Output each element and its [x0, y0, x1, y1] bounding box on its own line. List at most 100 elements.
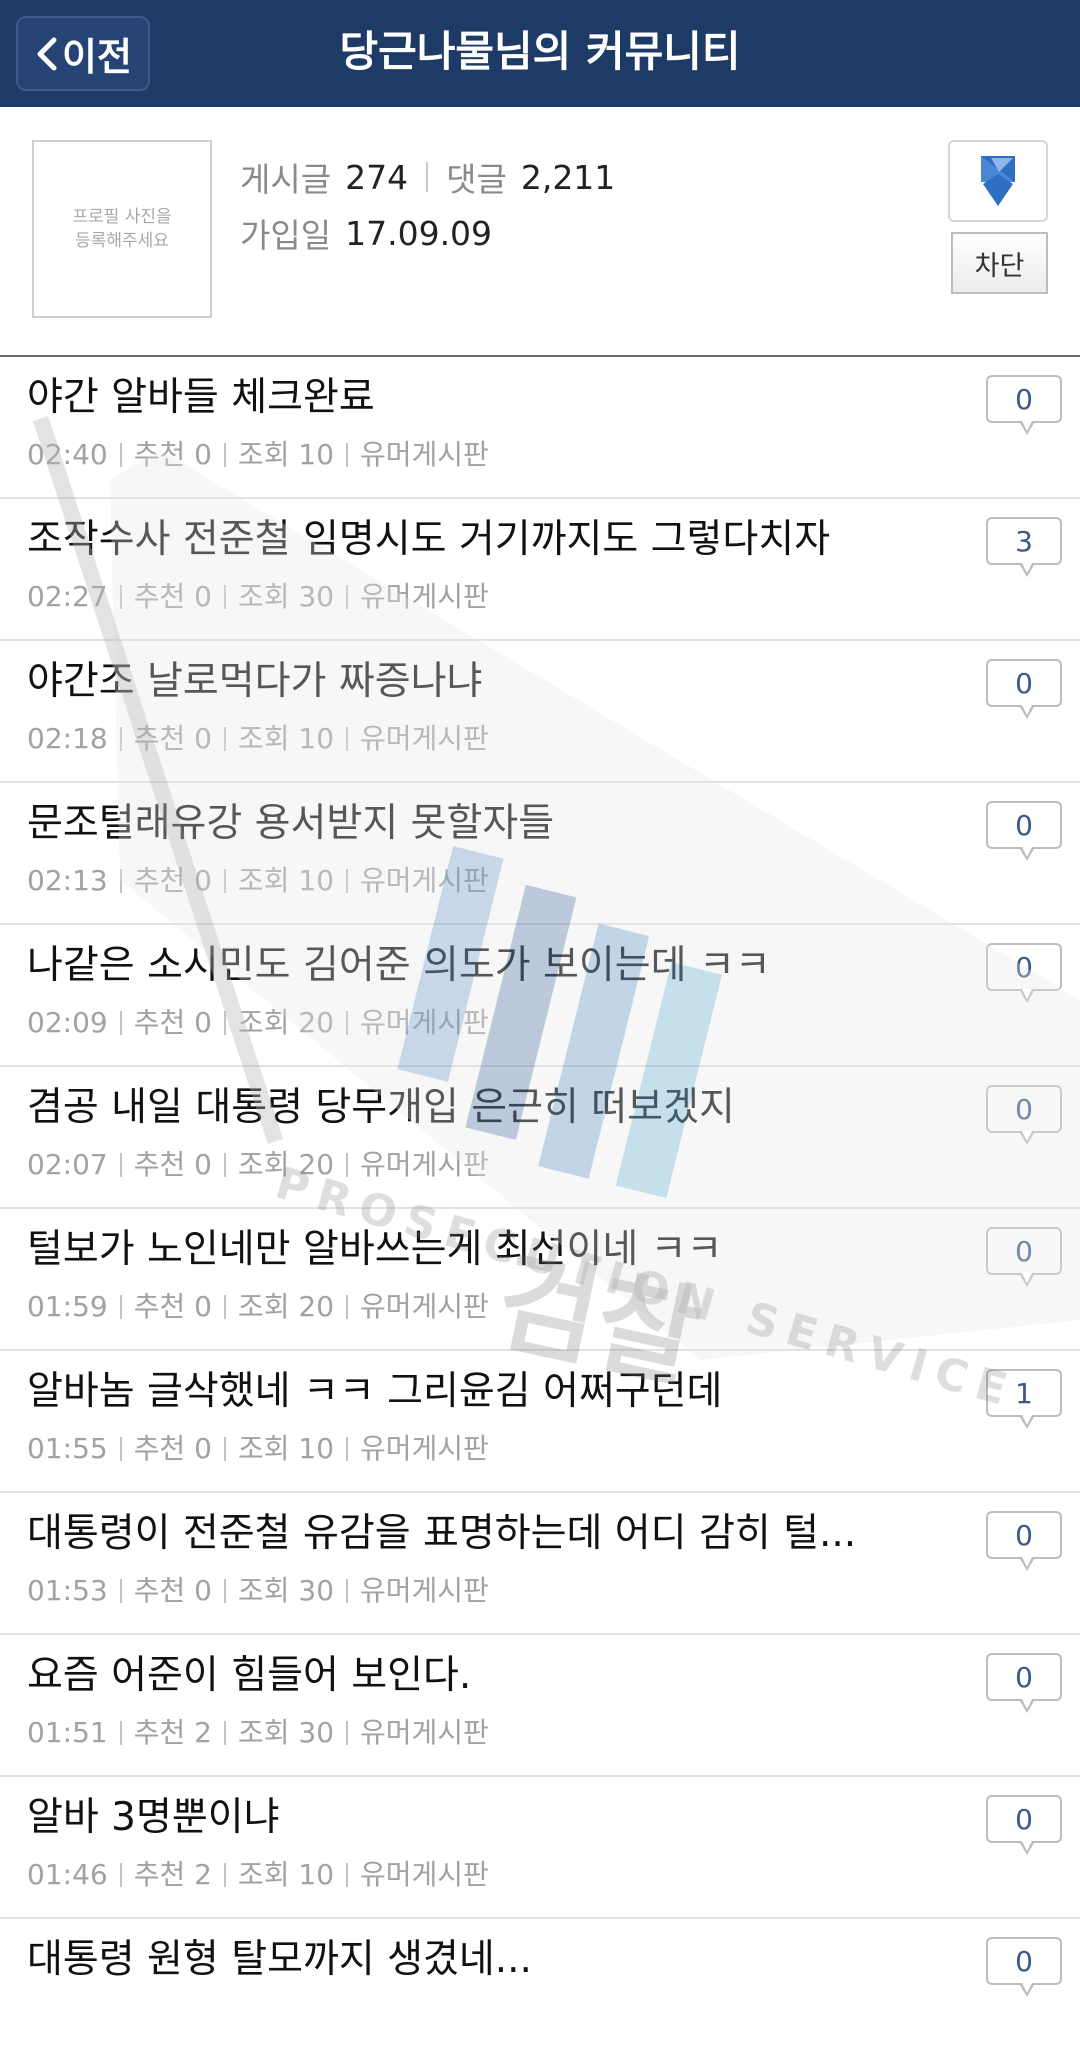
post-board: 유머게시판 [360, 580, 489, 613]
post-time: 02:27 [27, 580, 108, 613]
meta-divider [119, 727, 122, 751]
post-title[interactable]: 요즘 어준이 힘들어 보인다. [27, 1649, 867, 1703]
post-meta: 02:27 추천 0 조회 30 유머게시판 [27, 577, 489, 617]
meta-divider [223, 1863, 226, 1887]
meta-divider [223, 1295, 226, 1319]
post-title[interactable]: 문조털래유강 용서받지 못할자들 [27, 797, 867, 851]
comment-count-badge[interactable]: 0 [986, 801, 1062, 861]
ribbon-button[interactable] [948, 140, 1048, 222]
list-item[interactable]: 대통령이 전준철 유감을 표명하는데 어디 감히 털... 01:53 추천 0… [0, 1493, 1080, 1635]
post-meta: 01:51 추천 2 조회 30 유머게시판 [27, 1713, 489, 1753]
post-title[interactable]: 야간 알바들 체크완료 [27, 371, 867, 425]
post-views: 조회 10 [237, 864, 335, 897]
post-time: 02:40 [27, 438, 108, 471]
comments-count: 2,211 [520, 157, 616, 197]
post-time: 01:55 [27, 1432, 108, 1465]
comment-count-badge[interactable]: 0 [986, 1653, 1062, 1713]
page-title: 당근나물님의 커뮤니티 [339, 27, 741, 76]
meta-divider [346, 727, 349, 751]
comment-count-badge[interactable]: 1 [986, 1369, 1062, 1429]
list-item[interactable]: 요즘 어준이 힘들어 보인다. 01:51 추천 2 조회 30 유머게시판 0 [0, 1635, 1080, 1777]
post-recommend: 추천 0 [133, 1006, 212, 1039]
post-title[interactable]: 알바 3명뿐이냐 [27, 1791, 867, 1845]
joined-label: 가입일 [240, 216, 332, 255]
meta-divider [346, 443, 349, 467]
post-recommend: 추천 0 [133, 1574, 212, 1607]
list-item[interactable]: 털보가 노인네만 알바쓰는게 최선이네 ㅋㅋ 01:59 추천 0 조회 20 … [0, 1209, 1080, 1351]
avatar-placeholder-text-1: 프로필 사진을 [72, 207, 172, 227]
list-item[interactable]: 조작수사 전준철 임명시도 거기까지도 그렇다치자 02:27 추천 0 조회 … [0, 499, 1080, 641]
list-item[interactable]: 알바 3명뿐이냐 01:46 추천 2 조회 10 유머게시판 0 [0, 1777, 1080, 1919]
list-item[interactable]: 나같은 소시민도 김어준 의도가 보이는데 ㅋㅋ 02:09 추천 0 조회 2… [0, 925, 1080, 1067]
block-button[interactable]: 차단 [951, 232, 1048, 294]
meta-divider [346, 1437, 349, 1461]
list-item[interactable]: 문조털래유강 용서받지 못할자들 02:13 추천 0 조회 10 유머게시판 … [0, 783, 1080, 925]
comment-count-badge[interactable]: 0 [986, 1227, 1062, 1287]
comment-count-badge[interactable]: 0 [986, 1937, 1062, 1997]
post-board: 유머게시판 [360, 1290, 489, 1323]
list-item[interactable]: 야간조 날로먹다가 짜증나냐 02:18 추천 0 조회 10 유머게시판 0 [0, 641, 1080, 783]
comment-count-badge[interactable]: 3 [986, 517, 1062, 577]
post-title[interactable]: 대통령 원형 탈모까지 생겼네... [27, 1933, 867, 1987]
comment-count-badge[interactable]: 0 [986, 1795, 1062, 1855]
meta-divider [119, 1295, 122, 1319]
meta-divider [223, 1579, 226, 1603]
meta-divider [223, 1437, 226, 1461]
posts-count: 274 [345, 157, 409, 197]
comment-count-badge[interactable]: 0 [986, 943, 1062, 1003]
post-time: 01:53 [27, 1574, 108, 1607]
comment-count-badge[interactable]: 0 [986, 375, 1062, 435]
post-title[interactable]: 조작수사 전준철 임명시도 거기까지도 그렇다치자 [27, 513, 867, 567]
post-title[interactable]: 털보가 노인네만 알바쓰는게 최선이네 ㅋㅋ [27, 1223, 867, 1277]
post-recommend: 추천 2 [133, 1858, 212, 1891]
post-meta: 02:40 추천 0 조회 10 유머게시판 [27, 435, 489, 475]
post-time: 02:13 [27, 864, 108, 897]
post-board: 유머게시판 [360, 1574, 489, 1607]
meta-divider [119, 1579, 122, 1603]
post-views: 조회 30 [237, 1716, 335, 1749]
comment-count-badge[interactable]: 0 [986, 659, 1062, 719]
comments-label: 댓글 [446, 160, 507, 199]
meta-divider [223, 869, 226, 893]
meta-divider [119, 443, 122, 467]
meta-divider [346, 585, 349, 609]
post-time: 02:07 [27, 1148, 108, 1181]
post-title[interactable]: 대통령이 전준철 유감을 표명하는데 어디 감히 털... [27, 1507, 867, 1561]
post-board: 유머게시판 [360, 438, 489, 471]
post-meta: 01:55 추천 0 조회 10 유머게시판 [27, 1429, 489, 1469]
list-item[interactable]: 겸공 내일 대통령 당무개입 은근히 떠보겠지 02:07 추천 0 조회 20… [0, 1067, 1080, 1209]
post-board: 유머게시판 [360, 864, 489, 897]
post-board: 유머게시판 [360, 722, 489, 755]
post-views: 조회 10 [237, 438, 335, 471]
meta-divider [223, 1153, 226, 1177]
post-recommend: 추천 0 [133, 580, 212, 613]
post-meta: 01:59 추천 0 조회 20 유머게시판 [27, 1287, 489, 1327]
post-title[interactable]: 야간조 날로먹다가 짜증나냐 [27, 655, 867, 709]
avatar-placeholder[interactable]: 프로필 사진을 등록해주세요 [32, 140, 212, 318]
post-title[interactable]: 겸공 내일 대통령 당무개입 은근히 떠보겠지 [27, 1081, 867, 1135]
list-item[interactable]: 대통령 원형 탈모까지 생겼네... 0 [0, 1919, 1080, 2061]
post-board: 유머게시판 [360, 1006, 489, 1039]
post-title[interactable]: 나같은 소시민도 김어준 의도가 보이는데 ㅋㅋ [27, 939, 867, 993]
post-views: 조회 20 [237, 1006, 335, 1039]
post-recommend: 추천 0 [133, 864, 212, 897]
comment-count-badge[interactable]: 0 [986, 1511, 1062, 1571]
post-views: 조회 20 [237, 1148, 335, 1181]
meta-divider [346, 1011, 349, 1035]
post-views: 조회 10 [237, 722, 335, 755]
post-recommend: 추천 0 [133, 722, 212, 755]
post-recommend: 추천 0 [133, 438, 212, 471]
comment-count-badge[interactable]: 0 [986, 1085, 1062, 1145]
post-meta: 01:46 추천 2 조회 10 유머게시판 [27, 1855, 489, 1895]
meta-divider [119, 869, 122, 893]
list-item[interactable]: 야간 알바들 체크완료 02:40 추천 0 조회 10 유머게시판 0 [0, 357, 1080, 499]
post-recommend: 추천 0 [133, 1148, 212, 1181]
meta-divider [223, 1011, 226, 1035]
post-title[interactable]: 알바놈 글삭했네 ㅋㅋ 그리윤김 어쩌구던데 [27, 1365, 867, 1419]
back-button[interactable]: 이전 [16, 16, 150, 91]
post-views: 조회 20 [237, 1290, 335, 1323]
meta-divider [119, 585, 122, 609]
list-item[interactable]: 알바놈 글삭했네 ㅋㅋ 그리윤김 어쩌구던데 01:55 추천 0 조회 10 … [0, 1351, 1080, 1493]
post-meta: 01:53 추천 0 조회 30 유머게시판 [27, 1571, 489, 1611]
post-meta: 02:18 추천 0 조회 10 유머게시판 [27, 719, 489, 759]
